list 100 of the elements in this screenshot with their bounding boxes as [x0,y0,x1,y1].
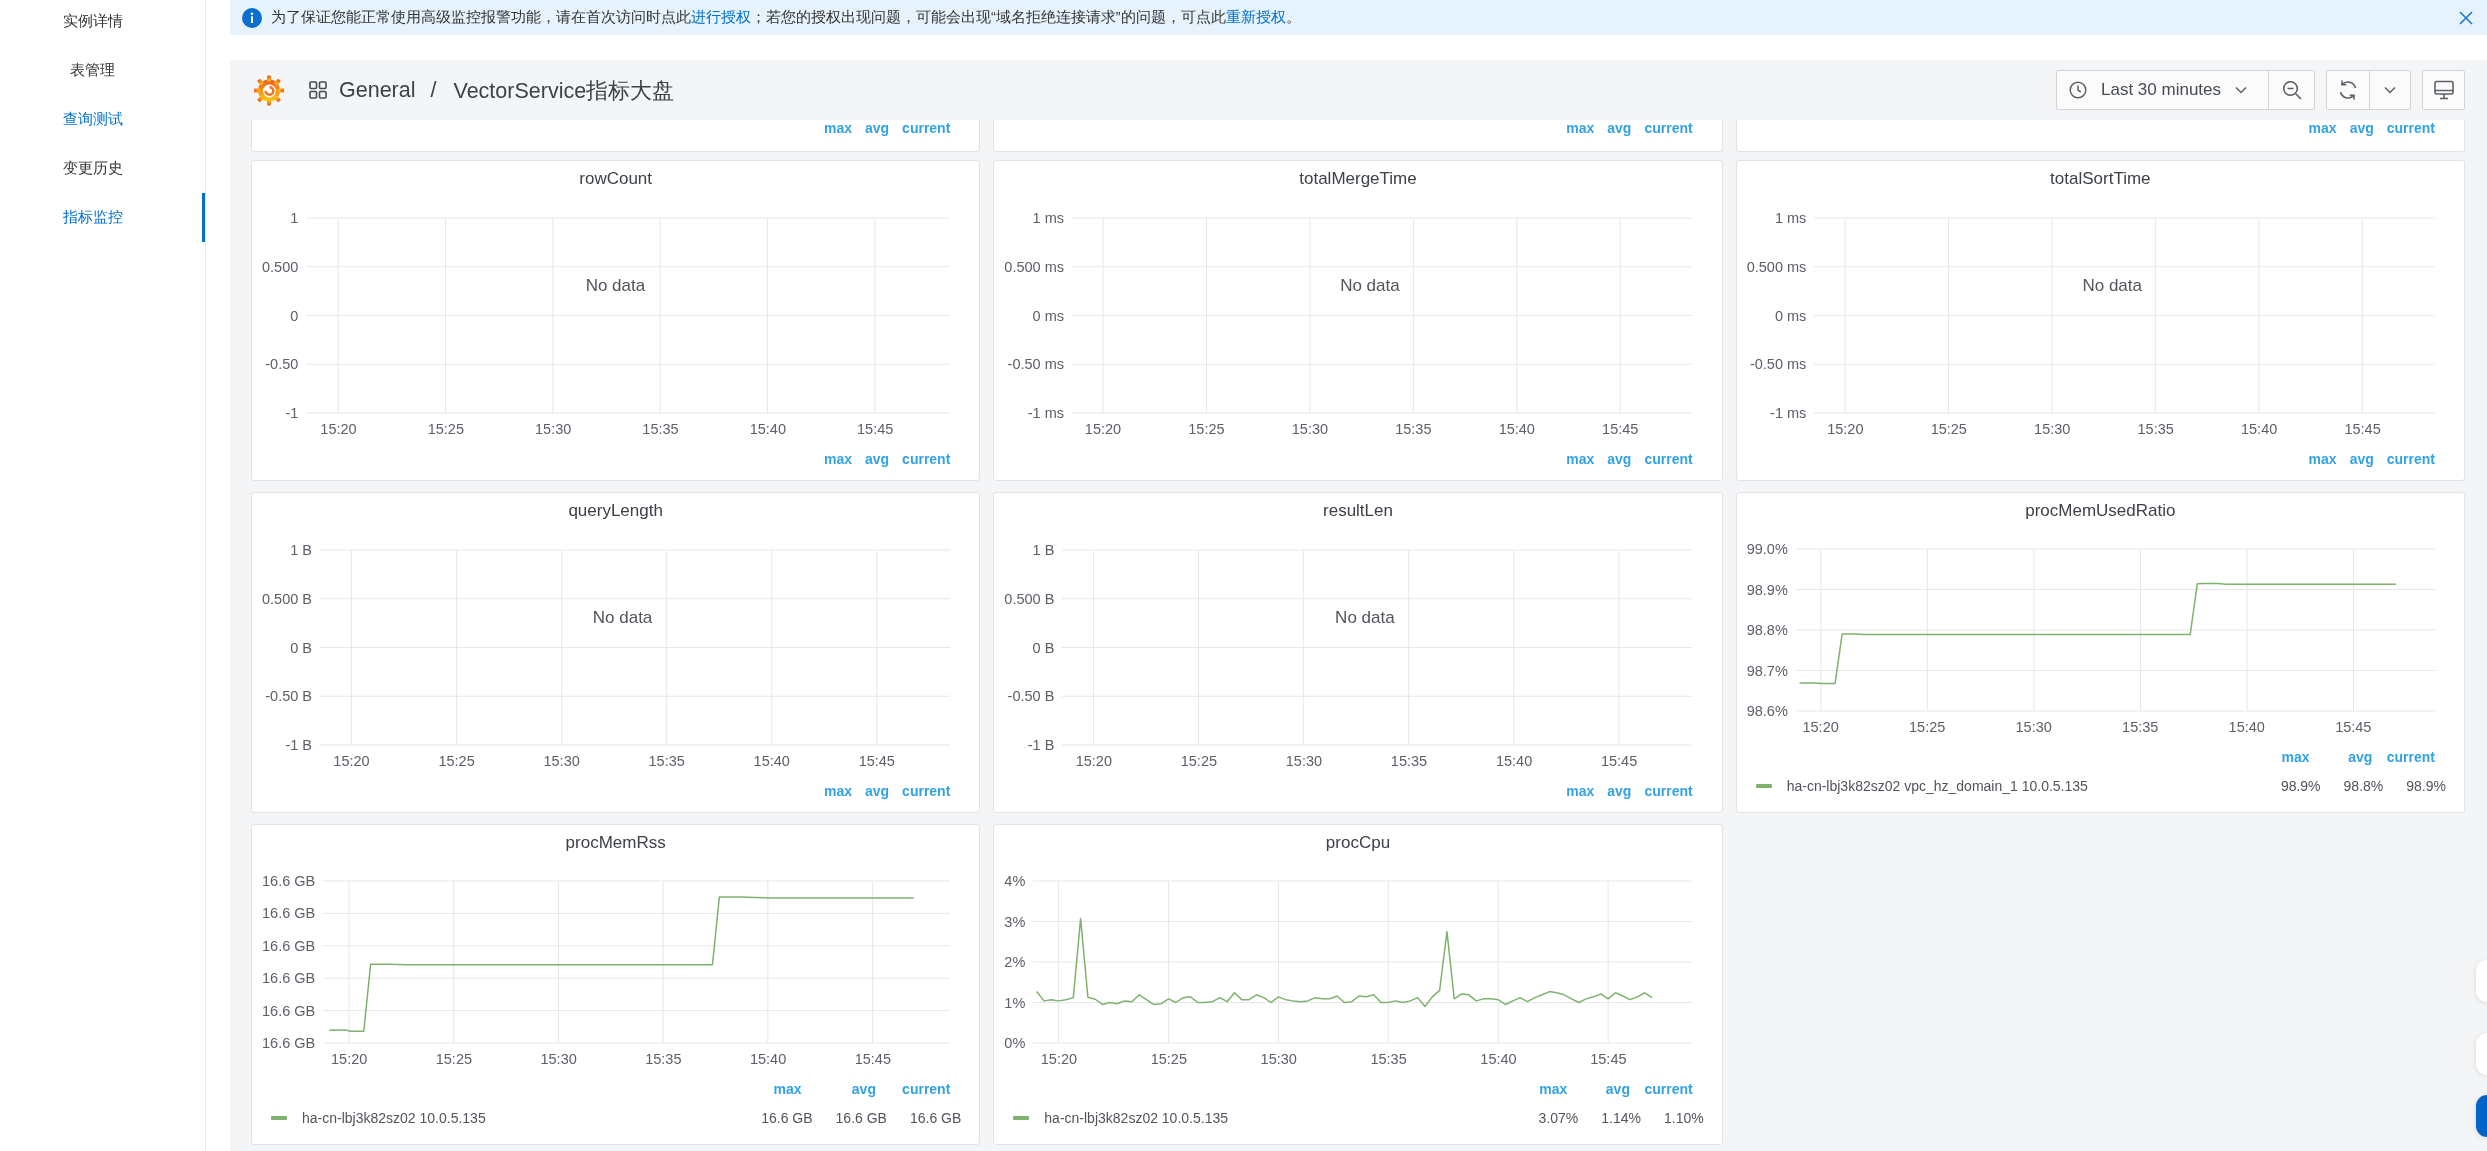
y-axis-label: 99.0% [1746,540,1788,558]
sidebar-item[interactable]: 变更历史 [0,144,205,193]
legend-series-name[interactable]: ha-cn-lbj3k82sz02 vpc_hz_domain_1 10.0.5.135 [1786,778,2088,795]
dashboard-title[interactable]: VectorService指标大盘 [453,75,675,105]
y-axis-label: 1 [290,209,299,227]
y-axis-label: -1 B [285,736,312,754]
x-axis-label: 15:25 [1150,1050,1187,1069]
x-axis-label: 15:20 [1075,752,1112,771]
x-axis-label: 15:35 [1390,752,1428,771]
authorize-link[interactable]: 重新授权 [1225,9,1286,25]
breadcrumb-separator: / [430,77,437,103]
legend-value: 98.8% [2342,776,2384,796]
x-axis-label: 15:45 [1602,420,1639,439]
legend-column-header[interactable]: current [2383,747,2446,767]
no-data-message: No data [585,276,646,297]
panel-title[interactable]: resultLen [994,500,1722,521]
close-button[interactable] [2457,8,2475,27]
legend-column-header[interactable]: max [1564,449,1606,469]
legend-column-header[interactable]: avg [2347,118,2385,138]
panel-title[interactable]: totalSortTime [1736,168,2464,189]
legend-column-header[interactable]: current [900,118,962,138]
legend-column-header[interactable]: current [886,1079,962,1099]
legend-column-header[interactable]: max [821,449,863,469]
legend-series-name[interactable]: ha-cn-lbj3k82sz02 10.0.5.135 [302,1110,486,1127]
caret-icon [2384,86,2396,94]
x-axis-label: 15:25 [1188,420,1225,439]
logo-icon[interactable] [253,74,285,106]
time-range-button[interactable]: Last 30 minutes [2056,70,2269,110]
legend-value: 1.14% [1578,1099,1641,1129]
y-axis-label: -0.50 [265,355,299,374]
x-axis-label: 15:40 [753,752,790,771]
x-axis-label: 15:20 [320,420,357,439]
x-axis-label: 15:30 [2015,718,2052,737]
sidebar-item[interactable]: 表管理 [0,46,205,95]
x-axis-label: 15:45 [858,752,895,771]
legend-column-header[interactable]: max [2306,118,2348,138]
sidebar-item[interactable]: 指标监控 [0,193,205,242]
legend-column-header[interactable]: current [2384,449,2446,469]
monitor-button[interactable] [2422,70,2465,110]
x-axis-label: 15:45 [2335,718,2372,737]
y-axis-label: 0.500 B [262,589,312,608]
legend-column-header[interactable]: avg [862,118,901,138]
panel-title[interactable]: totalMergeTime [994,168,1722,189]
legend-column-header[interactable]: current [1640,1079,1704,1099]
panel-title[interactable]: procCpu [994,832,1722,853]
floating-button[interactable] [2476,1095,2487,1137]
x-axis-label: 15:40 [2228,718,2265,737]
legend-column-header[interactable]: max [738,1079,813,1099]
sidebar-item[interactable]: 查询测试 [0,95,205,144]
legend-column-header[interactable]: max [821,781,863,801]
x-axis-label: 15:30 [1291,420,1329,439]
y-axis-label: 1% [1004,993,1026,1012]
legend-column-header[interactable]: current [900,449,962,469]
legend-column-header[interactable]: current [1642,781,1704,801]
authorize-link[interactable]: 进行授权 [691,9,751,25]
y-axis-label: 1 B [290,541,312,559]
legend-column-header[interactable]: current [2384,118,2446,138]
legend-column-header[interactable]: current [1642,118,1704,138]
x-axis-label: 15:30 [1260,1050,1297,1069]
panel-title[interactable]: rowCount [252,168,980,189]
panel-title[interactable]: procMemUsedRatio [1736,500,2464,521]
legend-column-header[interactable]: avg [862,449,901,469]
refresh-icon [2337,79,2359,101]
x-axis-label: 15:25 [1909,718,1946,737]
sidebar-item[interactable]: 实例详情 [0,0,205,46]
legend-column-header[interactable]: avg [1578,1079,1641,1099]
y-axis-label: -1 ms [1770,404,1807,422]
legend-column-header[interactable]: max [2257,747,2321,767]
legend-value: 3.07% [1537,1108,1579,1128]
y-axis-label: 0 [290,306,299,325]
y-axis-label: 0.500 ms [1746,257,1807,276]
legend-column-header[interactable]: max [1564,118,1606,138]
legend-column-header[interactable]: current [1642,449,1704,469]
y-axis-label: 16.6 GB [262,872,316,890]
legend-column-header[interactable]: max [821,118,863,138]
legend-column-header[interactable]: avg [1605,118,1643,138]
legend-column-header[interactable]: avg [812,1079,887,1099]
panel-title[interactable]: queryLength [252,500,980,521]
legend-column-header[interactable]: avg [2320,747,2384,767]
y-axis-label: 3% [1004,912,1026,931]
legend-column-header[interactable]: max [2306,449,2348,469]
refresh-button[interactable] [2326,70,2370,110]
y-axis-label: -0.50 B [1007,687,1055,706]
x-axis-label: 15:45 [1590,1050,1627,1069]
y-axis-label: -0.50 ms [1007,355,1064,374]
legend-column-header[interactable]: current [900,781,962,801]
x-axis-label: 15:35 [2137,420,2174,439]
panel-title[interactable]: procMemRss [252,832,980,853]
x-axis-label: 15:20 [1802,718,1839,737]
legend-column-header[interactable]: avg [2347,449,2385,469]
legend-column-header[interactable]: max [1564,781,1606,801]
legend-column-header[interactable]: max [1515,1079,1579,1099]
legend-column-header[interactable]: avg [1605,449,1643,469]
legend-series-name[interactable]: ha-cn-lbj3k82sz02 10.0.5.135 [1044,1110,1228,1127]
zoom-out-button[interactable] [2269,70,2315,110]
x-axis-label: 15:25 [1930,420,1967,439]
legend-column-header[interactable]: avg [862,781,901,801]
y-axis-label: 98.7% [1746,661,1788,680]
legend-column-header[interactable]: avg [1605,781,1643,801]
folder-link[interactable]: General [339,77,416,103]
